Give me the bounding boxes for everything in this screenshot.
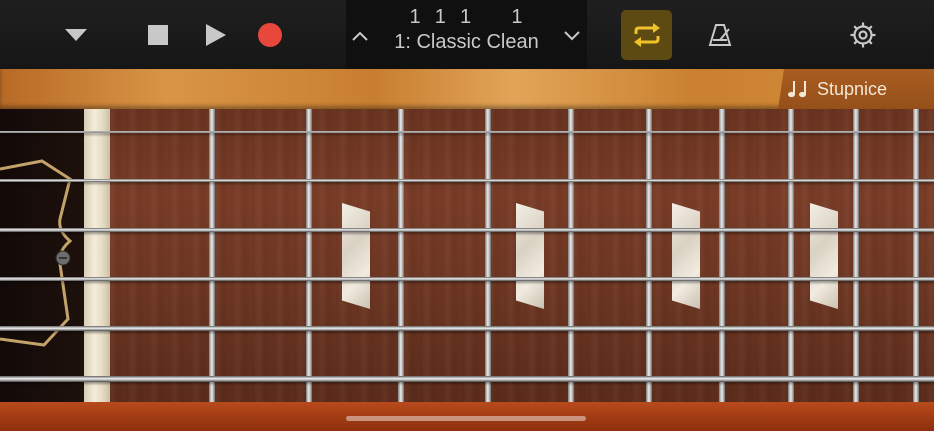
cycle-button[interactable] [621, 10, 672, 60]
guitar-string[interactable] [0, 228, 934, 232]
record-icon [258, 23, 282, 47]
gear-icon [850, 22, 876, 48]
play-button[interactable] [196, 17, 236, 53]
fret [306, 109, 312, 402]
chevron-down-icon [65, 29, 87, 41]
fret-inlay [516, 203, 544, 309]
home-indicator[interactable] [346, 416, 586, 421]
stop-icon [148, 25, 168, 45]
fret-inlay [672, 203, 700, 309]
scales-button-label: Stupnice [817, 78, 888, 99]
guitar-string[interactable] [0, 131, 934, 133]
fret-inlay [342, 203, 370, 309]
next-patch-button[interactable] [560, 22, 584, 50]
stop-button[interactable] [138, 17, 178, 53]
cycle-icon [633, 23, 660, 47]
fret [853, 109, 859, 402]
chevron-down-icon [564, 31, 580, 41]
pickguard-outline [0, 159, 73, 347]
fret [913, 109, 919, 402]
fret [209, 109, 215, 402]
settings-button[interactable] [843, 17, 883, 53]
guitar-string[interactable] [0, 326, 934, 331]
playhead-position: 1 1 1 1 [409, 6, 524, 28]
guitar-string[interactable] [0, 277, 934, 281]
scales-button[interactable]: Stupnice [778, 69, 934, 109]
fret [646, 109, 652, 402]
play-icon [206, 24, 226, 46]
fret [485, 109, 491, 402]
metronome-button[interactable] [700, 17, 740, 53]
previous-patch-button[interactable] [348, 22, 372, 50]
music-notes-icon [788, 81, 806, 98]
record-button[interactable] [250, 17, 290, 53]
guitar-string[interactable] [0, 179, 934, 182]
fret [568, 109, 574, 402]
guitar-string[interactable] [0, 376, 934, 382]
guitar-nut [84, 109, 110, 402]
fret [398, 109, 404, 402]
patch-name: 1: Classic Clean [394, 31, 539, 53]
fret [788, 109, 794, 402]
fret-inlay [810, 203, 838, 309]
headstock [0, 109, 84, 402]
control-bar: 1 1 1 1 1: Classic Clean [0, 0, 934, 69]
chevron-up-icon [352, 31, 368, 41]
metronome-icon [708, 24, 732, 46]
browser-menu-button[interactable] [56, 17, 96, 53]
fret [719, 109, 725, 402]
lcd-display[interactable]: 1 1 1 1 1: Classic Clean [346, 0, 587, 69]
